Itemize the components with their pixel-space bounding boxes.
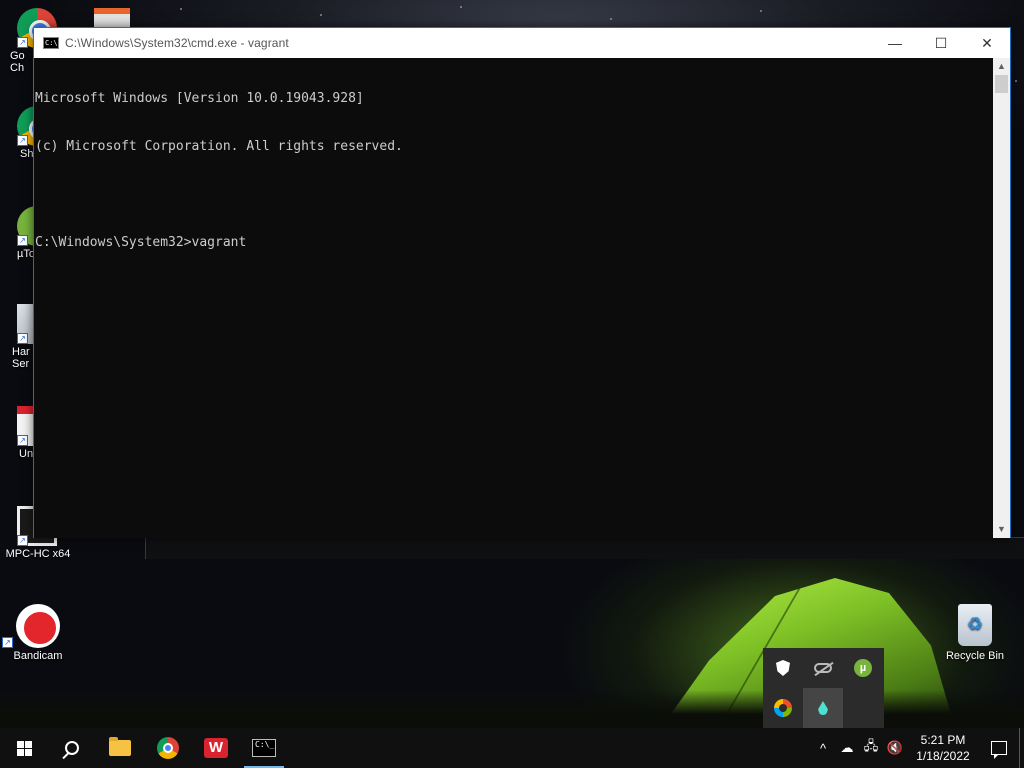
taskbar-search-button[interactable] [48,728,96,768]
desktop-icon-label: Recycle Bin [945,650,1005,662]
shortcut-arrow-icon: ↗ [17,135,28,146]
background-window-edge [145,537,1024,559]
onedrive-cloud-icon[interactable]: ☁ [835,728,859,768]
desktop-icon-label: Har Ser [12,346,30,370]
taskbar: W C:\_ ^ ☁ 🖧 🔇 5:21 PM 1/18/2022 [0,728,1024,768]
shortcut-arrow-icon: ↗ [17,37,28,48]
taskbar-file-explorer[interactable] [96,728,144,768]
shortcut-arrow-icon: ↗ [17,235,28,246]
desktop-icon-recycle-bin[interactable]: ♻ Recycle Bin [937,604,1013,662]
tray-empty-slot [843,688,883,728]
notification-icon [991,741,1007,759]
system-tray: ^ ☁ 🖧 🔇 5:21 PM 1/18/2022 [811,728,1024,768]
star [760,10,762,12]
bandicam-record-icon: ↗ [2,604,60,648]
console-prompt-line: C:\Windows\System32>vagrant [35,235,247,250]
minimize-button[interactable]: — [872,28,918,58]
scroll-down-button[interactable]: ▼ [993,521,1010,538]
star [180,8,182,10]
volume-muted-icon[interactable]: 🔇 [883,728,907,768]
search-icon [65,741,79,755]
show-hidden-icons-chevron[interactable]: ^ [811,728,835,768]
taskbar-wps-office[interactable]: W [192,728,240,768]
show-desktop-button[interactable] [1019,728,1024,768]
scroll-thumb[interactable] [995,75,1008,93]
shortcut-arrow-icon: ↗ [17,535,28,546]
droplet-tray-icon [818,701,828,715]
console-output[interactable]: Microsoft Windows [Version 10.0.19043.92… [34,58,995,538]
scroll-up-button[interactable]: ▲ [993,58,1010,75]
cmd-icon: C:\_ [252,739,276,757]
action-center-button[interactable] [979,728,1019,768]
cmd-window[interactable]: C:\ C:\Windows\System32\cmd.exe - vagran… [33,27,1011,538]
maximize-button[interactable]: ☐ [918,28,964,58]
recycle-bin-icon: ♻ [958,604,992,646]
star [460,6,462,8]
tray-overflow-flyout: µ [763,648,884,728]
network-icon[interactable]: 🖧 [859,728,883,768]
tray-item-utorrent[interactable]: µ [843,648,883,688]
shortcut-arrow-icon: ↗ [17,333,28,344]
desktop-icon-label: Bandicam [13,650,63,662]
taskbar-clock[interactable]: 5:21 PM 1/18/2022 [907,732,979,764]
tray-item-shield[interactable] [763,648,803,688]
desktop-icon-label: MPC-HC x64 [5,548,71,560]
chrome-icon [157,737,179,759]
taskbar-cmd[interactable]: C:\_ [240,728,288,768]
tray-item-edge[interactable] [763,688,803,728]
shortcut-arrow-icon: ↗ [2,637,13,648]
console-line: (c) Microsoft Corporation. All rights re… [35,139,403,154]
windows-logo-icon [16,740,32,756]
edge-tray-icon [774,699,792,717]
start-button[interactable] [0,728,48,768]
desktop-icon-bandicam[interactable]: ↗ Bandicam [0,604,76,662]
taskbar-chrome[interactable] [144,728,192,768]
tray-item-cloud[interactable] [803,648,843,688]
close-button[interactable]: ✕ [964,28,1010,58]
clock-date: 1/18/2022 [916,749,970,763]
window-titlebar[interactable]: C:\ C:\Windows\System32\cmd.exe - vagran… [34,28,1010,58]
shortcut-arrow-icon: ↗ [17,435,28,446]
cloud-off-icon [814,663,832,673]
shield-warning-icon [776,660,790,676]
console-line: Microsoft Windows [Version 10.0.19043.92… [35,91,364,106]
vertical-scrollbar[interactable]: ▲ ▼ [993,58,1010,538]
cmd-app-icon[interactable]: C:\ [43,37,59,49]
star [320,14,322,16]
wps-office-icon: W [204,738,228,758]
file-explorer-icon [109,737,131,756]
clock-time: 5:21 PM [920,733,966,747]
utorrent-tray-icon: µ [854,659,872,677]
tray-item-droplet[interactable] [803,688,843,728]
star [610,18,612,20]
window-title: C:\Windows\System32\cmd.exe - vagrant [65,36,289,50]
star [1015,80,1017,82]
